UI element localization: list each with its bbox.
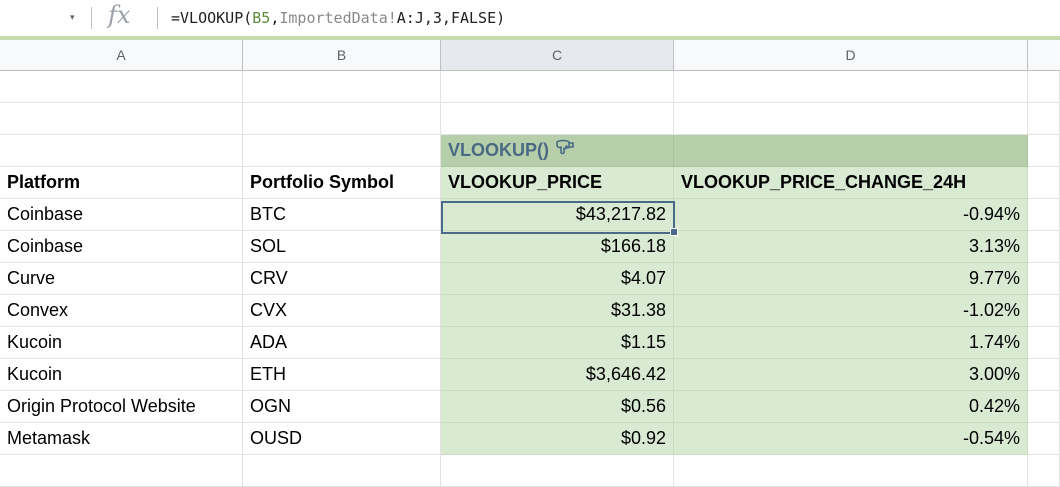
- cell[interactable]: [1028, 71, 1060, 103]
- table-row: Metamask OUSD $0.92 -0.54%: [0, 423, 1060, 455]
- symbol-cell[interactable]: CRV: [243, 263, 441, 295]
- table-row: Curve CRV $4.07 9.77%: [0, 263, 1060, 295]
- symbol-cell[interactable]: SOL: [243, 231, 441, 263]
- cell[interactable]: [243, 71, 441, 103]
- platform-cell[interactable]: Coinbase: [0, 231, 243, 263]
- platform-cell[interactable]: Kucoin: [0, 359, 243, 391]
- platform-cell[interactable]: Origin Protocol Website: [0, 391, 243, 423]
- name-box-dropdown-icon[interactable]: ▾: [70, 12, 75, 23]
- cell[interactable]: [1028, 231, 1060, 263]
- symbol-cell[interactable]: BTC: [243, 199, 441, 231]
- cell[interactable]: [1028, 199, 1060, 231]
- cell[interactable]: [441, 455, 674, 487]
- cell[interactable]: [1028, 423, 1060, 455]
- price-cell[interactable]: $0.56: [441, 391, 674, 423]
- column-header-a[interactable]: A: [0, 40, 243, 70]
- change-cell[interactable]: -0.94%: [674, 199, 1028, 231]
- table-row: [0, 455, 1060, 487]
- cell[interactable]: [243, 103, 441, 135]
- platform-cell[interactable]: Convex: [0, 295, 243, 327]
- price-cell[interactable]: $31.38: [441, 295, 674, 327]
- cell[interactable]: [243, 135, 441, 167]
- header-vlookup-price-change[interactable]: VLOOKUP_PRICE_CHANGE_24H: [674, 167, 1028, 199]
- function-icon: fx: [108, 1, 131, 29]
- table-row: Kucoin ADA $1.15 1.74%: [0, 327, 1060, 359]
- formula-bar-divider: [91, 7, 92, 29]
- price-cell[interactable]: $4.07: [441, 263, 674, 295]
- table-row: Origin Protocol Website OGN $0.56 0.42%: [0, 391, 1060, 423]
- platform-cell[interactable]: Curve: [0, 263, 243, 295]
- fill-handle[interactable]: [670, 228, 678, 236]
- symbol-cell[interactable]: ADA: [243, 327, 441, 359]
- cell[interactable]: [1028, 135, 1060, 167]
- cell[interactable]: [441, 71, 674, 103]
- cell[interactable]: [1028, 263, 1060, 295]
- formula-input[interactable]: =VLOOKUP(B5,ImportedData!A:J,3,FALSE): [171, 9, 505, 27]
- table-row: Convex CVX $31.38 -1.02%: [0, 295, 1060, 327]
- symbol-cell[interactable]: ETH: [243, 359, 441, 391]
- cell[interactable]: [0, 103, 243, 135]
- column-header-e[interactable]: [1028, 40, 1060, 70]
- change-cell[interactable]: 0.42%: [674, 391, 1028, 423]
- price-cell[interactable]: $1.15: [441, 327, 674, 359]
- formula-sheet-ref: ImportedData!: [279, 9, 397, 27]
- column-header-d[interactable]: D: [674, 40, 1028, 70]
- header-portfolio-symbol[interactable]: Portfolio Symbol: [243, 167, 441, 199]
- formula-function: =VLOOKUP(: [171, 9, 253, 27]
- change-cell[interactable]: 1.74%: [674, 327, 1028, 359]
- formula-cell-ref: B5: [252, 9, 271, 27]
- table-row: VLOOKUP(): [0, 135, 1060, 167]
- cell[interactable]: [1028, 359, 1060, 391]
- cell[interactable]: [1028, 391, 1060, 423]
- symbol-cell[interactable]: CVX: [243, 295, 441, 327]
- column-header-bar: A B C D: [0, 36, 1060, 71]
- formula-args: A:J,3,FALSE): [396, 9, 506, 27]
- platform-cell[interactable]: Coinbase: [0, 199, 243, 231]
- formula-bar: ▾ fx =VLOOKUP(B5,ImportedData!A:J,3,FALS…: [0, 0, 1060, 36]
- table-header-row: Platform Portfolio Symbol VLOOKUP_PRICE …: [0, 167, 1060, 199]
- price-cell[interactable]: $0.92: [441, 423, 674, 455]
- table-row: Coinbase SOL $166.18 3.13%: [0, 231, 1060, 263]
- change-cell[interactable]: 3.13%: [674, 231, 1028, 263]
- vlookup-banner-label: VLOOKUP(): [448, 140, 549, 160]
- cell[interactable]: [674, 71, 1028, 103]
- change-cell[interactable]: -0.54%: [674, 423, 1028, 455]
- pointing-down-hand-icon: [554, 137, 576, 166]
- header-platform[interactable]: Platform: [0, 167, 243, 199]
- cell[interactable]: [1028, 327, 1060, 359]
- vlookup-banner-cell[interactable]: VLOOKUP(): [441, 135, 674, 167]
- change-cell[interactable]: -1.02%: [674, 295, 1028, 327]
- table-row: [0, 71, 1060, 103]
- platform-cell[interactable]: Metamask: [0, 423, 243, 455]
- column-header-b[interactable]: B: [243, 40, 441, 70]
- table-row: Kucoin ETH $3,646.42 3.00%: [0, 359, 1060, 391]
- cell[interactable]: [1028, 103, 1060, 135]
- active-cell-selection[interactable]: [441, 201, 675, 234]
- cell[interactable]: [243, 455, 441, 487]
- header-vlookup-price[interactable]: VLOOKUP_PRICE: [441, 167, 674, 199]
- cell[interactable]: [1028, 295, 1060, 327]
- formula-bar-divider: [157, 7, 158, 29]
- cell[interactable]: [674, 135, 1028, 167]
- price-cell[interactable]: $3,646.42: [441, 359, 674, 391]
- cell[interactable]: [0, 135, 243, 167]
- price-cell[interactable]: $166.18: [441, 231, 674, 263]
- cell[interactable]: [1028, 167, 1060, 199]
- cell[interactable]: [674, 455, 1028, 487]
- cell[interactable]: [441, 103, 674, 135]
- platform-cell[interactable]: Kucoin: [0, 327, 243, 359]
- cell[interactable]: [674, 103, 1028, 135]
- change-cell[interactable]: 9.77%: [674, 263, 1028, 295]
- change-cell[interactable]: 3.00%: [674, 359, 1028, 391]
- cell[interactable]: [0, 71, 243, 103]
- symbol-cell[interactable]: OGN: [243, 391, 441, 423]
- column-header-c[interactable]: C: [441, 40, 674, 70]
- cell[interactable]: [0, 455, 243, 487]
- symbol-cell[interactable]: OUSD: [243, 423, 441, 455]
- table-row: [0, 103, 1060, 135]
- cell[interactable]: [1028, 455, 1060, 487]
